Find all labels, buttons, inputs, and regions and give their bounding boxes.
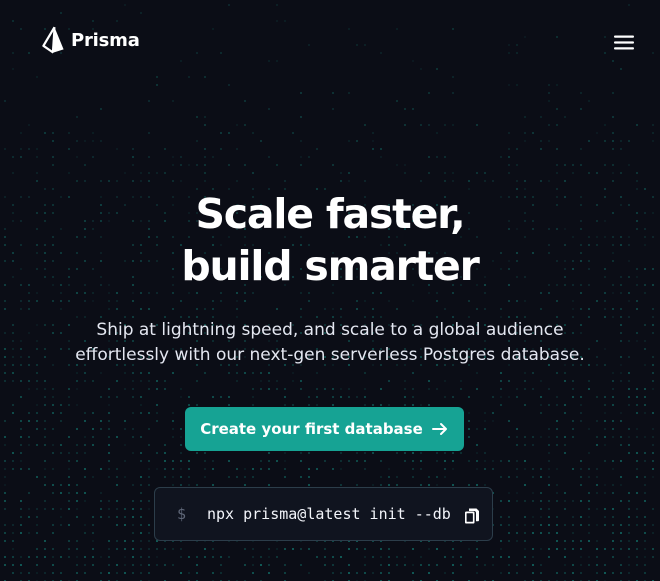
menu-button[interactable]: [606, 28, 642, 56]
hero-subtext: Ship at lightning speed, and scale to a …: [50, 318, 610, 368]
hero-headline: Scale faster, build smarter: [0, 188, 660, 292]
subtext-line-1: Ship at lightning speed, and scale to a …: [96, 320, 564, 340]
create-database-button[interactable]: Create your first database: [185, 407, 464, 451]
command-text[interactable]: npx prisma@latest init --db: [207, 505, 451, 523]
subtext-line-2: effortlessly with our next-gen serverles…: [75, 345, 585, 365]
hero-section: Scale faster, build smarter Ship at ligh…: [0, 188, 660, 368]
prompt-symbol: $: [177, 505, 187, 523]
brand-logo-link[interactable]: Prisma: [42, 26, 140, 54]
create-database-label: Create your first database: [200, 420, 423, 438]
copy-icon: [465, 508, 479, 524]
headline-line-1: Scale faster,: [195, 190, 465, 238]
hamburger-menu-icon: [614, 35, 634, 49]
brand-name: Prisma: [71, 29, 140, 51]
site-header: Prisma: [0, 0, 660, 80]
prisma-logo-icon: [42, 26, 64, 54]
command-snippet: $ npx prisma@latest init --db: [154, 487, 493, 541]
copy-command-button[interactable]: [460, 504, 484, 528]
arrow-right-icon: [431, 423, 447, 435]
headline-line-2: build smarter: [181, 242, 480, 290]
